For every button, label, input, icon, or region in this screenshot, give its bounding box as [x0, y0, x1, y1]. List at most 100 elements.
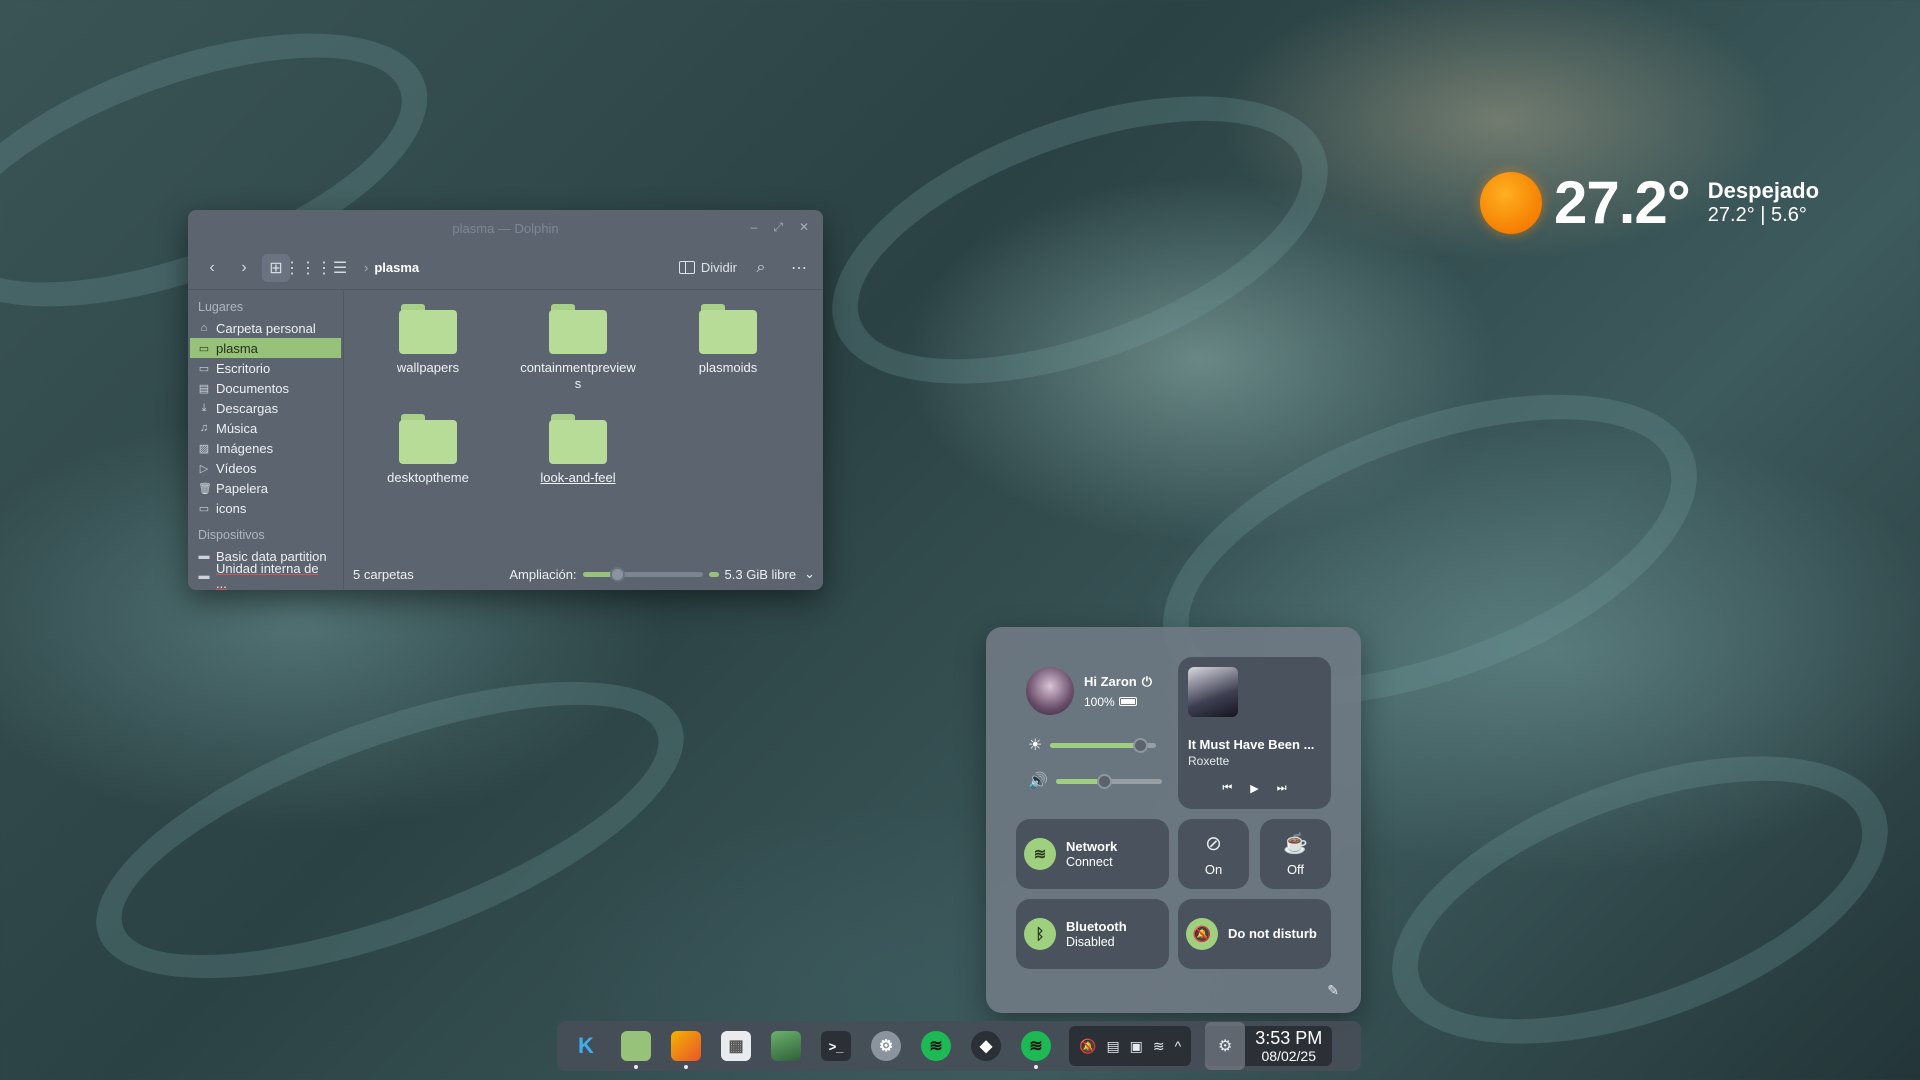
folder-item[interactable]: desktoptheme [373, 414, 483, 486]
zoom-control: Ampliación: [509, 566, 719, 582]
taskbar-dolphin[interactable] [615, 1025, 657, 1069]
folder-item[interactable]: wallpapers [373, 304, 483, 376]
gear-icon: ⚙ [871, 1031, 901, 1061]
sidebar-item-icons[interactable]: ▭ icons [188, 498, 343, 518]
sidebar-item-internal-drive[interactable]: ▬ Unidad interna de ... [188, 561, 343, 590]
folder-item[interactable]: look-and-feel [523, 414, 633, 486]
network-toggle[interactable]: ≋ Network Connect [1016, 819, 1169, 889]
taskbar-settings[interactable]: ⚙ [865, 1025, 907, 1067]
minimize-icon[interactable]: – [751, 220, 758, 235]
sidebar-item-documents[interactable]: ▤ Documentos [188, 378, 343, 398]
weather-details: Despejado 27.2° | 5.6° [1708, 178, 1819, 227]
dnd-toggle[interactable]: 🔕 Do not disturb [1178, 899, 1331, 969]
previous-icon[interactable]: ⏮ [1222, 782, 1232, 795]
zoom-slider[interactable] [582, 566, 703, 582]
menu-button[interactable]: ⋯ [785, 254, 813, 282]
chevron-up-icon[interactable]: ^ [1175, 1038, 1182, 1054]
image-icon: ▨ [198, 442, 210, 455]
free-space[interactable]: 5.3 GiB libre ⌄ [725, 566, 815, 582]
grid-large-icon: ⊞ [269, 259, 283, 277]
wallpaper-decoration [794, 38, 1366, 442]
caffeine-toggle[interactable]: ⊘ On [1178, 819, 1249, 889]
zoom-slider-handle[interactable] [609, 566, 625, 582]
video-icon: ▷ [199, 462, 209, 475]
places-header: Lugares [198, 300, 244, 314]
compact-view-button[interactable]: ⋮⋮⋮ [284, 254, 332, 282]
sidebar-item-label: icons [216, 500, 247, 516]
play-icon[interactable]: ▶ [1250, 782, 1258, 795]
clock[interactable]: 3:53 PM 08/02/25 [1255, 1028, 1322, 1064]
weather-widget[interactable]: 27.2° Despejado 27.2° | 5.6° [1480, 168, 1819, 237]
wallpaper-decoration [1354, 698, 1920, 1080]
split-button[interactable]: Dividir [678, 260, 737, 275]
sidebar-item-videos[interactable]: ▷ Vídeos [188, 458, 343, 478]
sleep-off-icon: ⊘ [1205, 833, 1222, 855]
volume-slider[interactable] [1055, 773, 1162, 789]
sidebar-item-downloads[interactable]: ⤓ Descargas [188, 398, 343, 418]
sidebar-item-trash[interactable]: 🗑 Papelera [188, 478, 343, 498]
search-button[interactable]: ⌕ [747, 254, 775, 282]
folder-icon [699, 304, 757, 354]
control-center: Hi Zaron ⏻ 100% ☀ 🔊 It Must Have Been ..… [986, 627, 1361, 1013]
taskbar-firefox[interactable] [665, 1025, 707, 1069]
user-greeting-row: Hi Zaron ⏻ [1084, 674, 1152, 690]
avatar[interactable] [1026, 667, 1074, 715]
kde-launcher[interactable]: K [565, 1025, 607, 1067]
spotify-icon: ≋ [921, 1031, 951, 1061]
taskbar-store[interactable]: ▦ [715, 1025, 757, 1067]
notifications-off-icon[interactable]: 🔕 [1079, 1038, 1096, 1055]
taskbar-app[interactable]: ◆ [965, 1025, 1007, 1067]
taskbar-terminal[interactable]: >_ [815, 1025, 857, 1067]
folder-label: wallpapers [396, 360, 460, 375]
chevron-right-icon: › [364, 260, 369, 275]
toolbar: ‹ › ⊞ ⋮⋮⋮ ☰ › plasma Dividir ⌕ ⋯ [188, 246, 823, 290]
power-icon[interactable]: ⏻ [1142, 674, 1152, 690]
brightness-slider[interactable] [1050, 737, 1157, 753]
wifi-icon[interactable]: ≋ [1153, 1038, 1165, 1055]
folder-item[interactable]: containmentpreviews [520, 304, 636, 392]
wallpaper-decoration [61, 620, 719, 1040]
forward-button[interactable]: › [230, 254, 258, 282]
back-button[interactable]: ‹ [198, 254, 226, 282]
maximize-icon[interactable]: ⤢ [773, 220, 783, 235]
sidebar-item-home[interactable]: ⌂ Carpeta personal [188, 318, 343, 338]
sidebar-item-images[interactable]: ▨ Imágenes [188, 438, 343, 458]
details-view-button[interactable]: ☰ [326, 254, 354, 282]
toolbar-right: Dividir ⌕ ⋯ [678, 254, 813, 282]
status-bar: 5 carpetas Ampliación: 5.3 GiB libre ⌄ [345, 558, 823, 590]
next-icon[interactable]: ⏭ [1277, 782, 1287, 795]
display-icon[interactable]: ▣ [1130, 1038, 1143, 1055]
coffee-toggle[interactable]: ☕ Off [1260, 819, 1331, 889]
volume-slider-handle[interactable] [1096, 773, 1112, 789]
edit-icon[interactable]: ✎ [1327, 982, 1339, 999]
sidebar-item-desktop[interactable]: ▭ Escritorio [188, 358, 343, 378]
taskbar-spotify[interactable]: ≋ [915, 1025, 957, 1067]
zoom-label: Ampliación: [509, 566, 577, 582]
media-controls: ⏮ ▶ ⏭ [1188, 782, 1321, 795]
window-titlebar[interactable]: plasma — Dolphin – ⤢ ✕ [188, 210, 823, 246]
home-icon: ⌂ [200, 322, 208, 334]
control-center-button[interactable]: ⚙ [1205, 1022, 1246, 1070]
battery-icon [1118, 697, 1137, 706]
terminal-icon: >_ [821, 1031, 851, 1061]
brightness-slider-handle[interactable] [1133, 737, 1149, 753]
store-icon: ▦ [721, 1031, 751, 1061]
kde-icon: K [578, 1033, 594, 1058]
folder-item[interactable]: plasmoids [673, 304, 783, 376]
file-view[interactable]: wallpapers containmentpreviews plasmoids… [345, 290, 823, 558]
bluetooth-title: Bluetooth [1066, 918, 1127, 934]
sidebar-item-music[interactable]: ♫ Música [188, 418, 343, 438]
close-icon[interactable]: ✕ [799, 220, 809, 235]
bluetooth-toggle[interactable]: ᛒ Bluetooth Disabled [1016, 899, 1169, 969]
clipboard-icon[interactable]: ▤ [1106, 1038, 1119, 1055]
drive-icon: ▬ [198, 570, 210, 582]
taskbar-spotify-2[interactable]: ≋ [1015, 1025, 1057, 1069]
breadcrumb-item[interactable]: plasma [374, 260, 419, 275]
sidebar-item-label: Carpeta personal [216, 320, 316, 336]
search-icon: ⌕ [756, 258, 766, 276]
sidebar-item-plasma[interactable]: ▭ plasma [190, 338, 341, 358]
taskbar-image-viewer[interactable] [765, 1025, 807, 1067]
running-indicator [634, 1065, 638, 1069]
caffeine-state: On [1204, 862, 1223, 877]
weather-temperature: 27.2° [1554, 169, 1691, 236]
